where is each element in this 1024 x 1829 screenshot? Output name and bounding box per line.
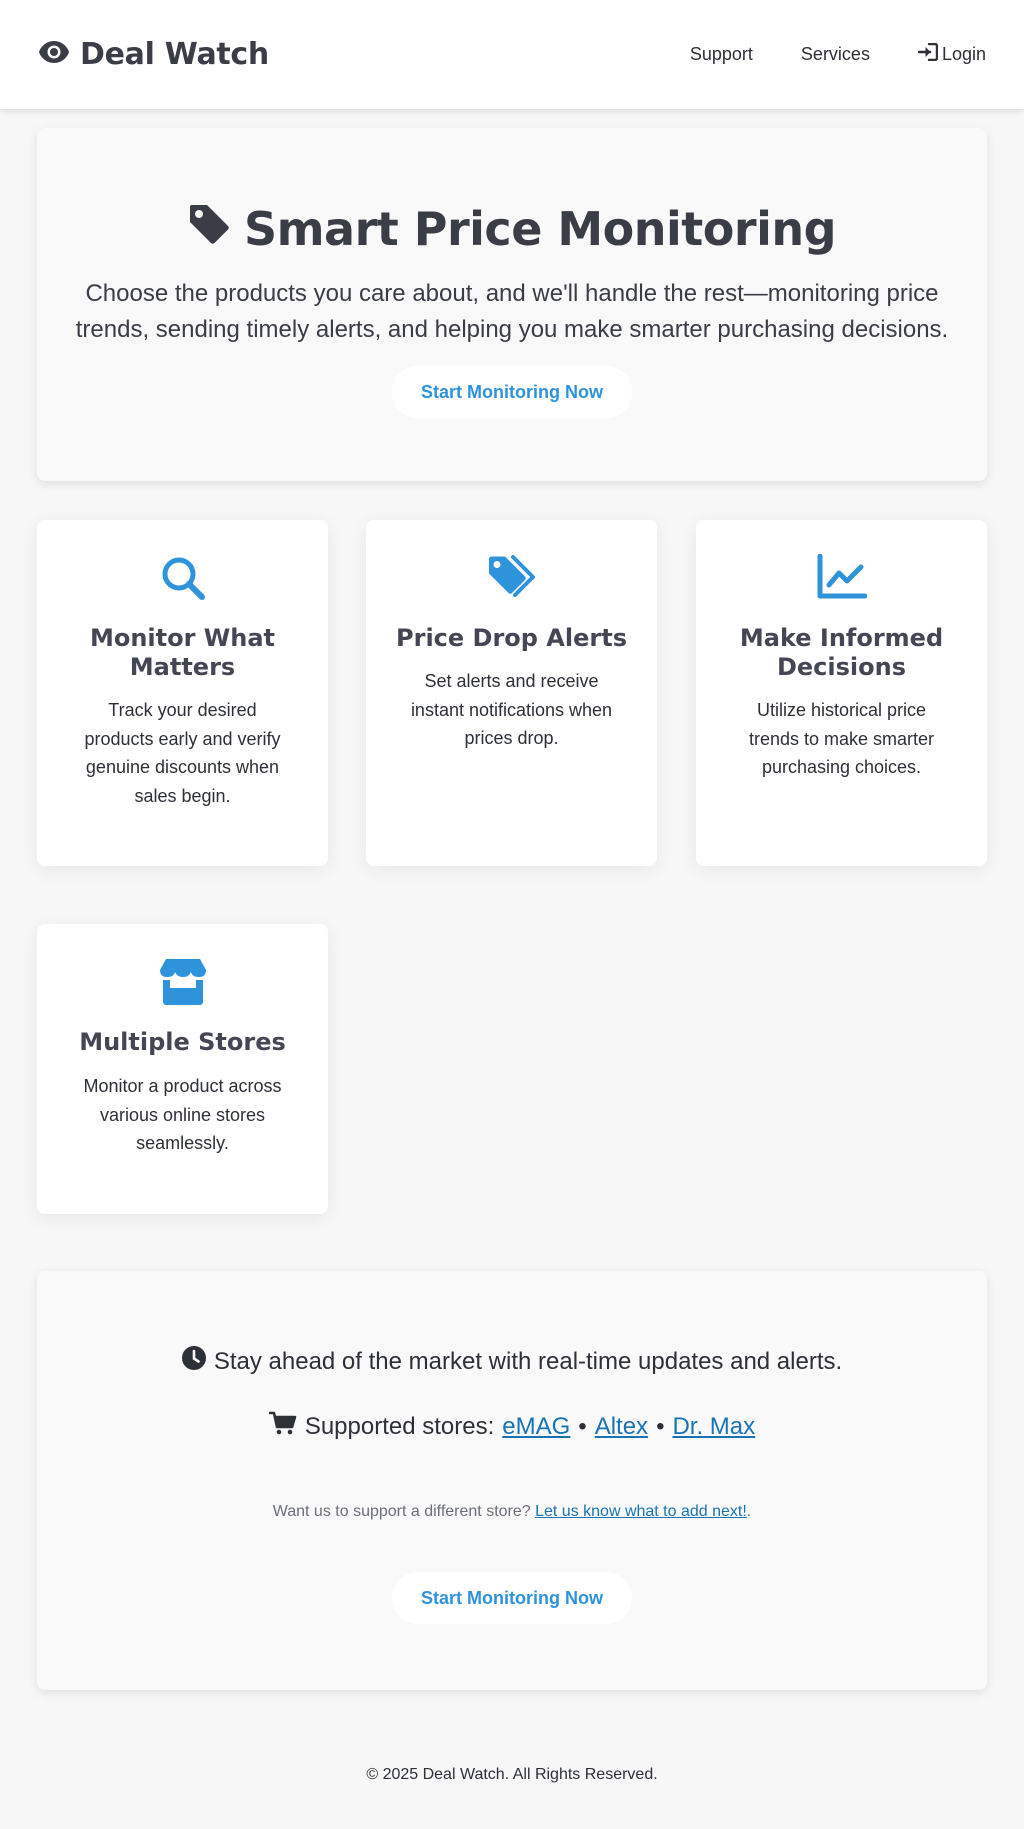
brand-name: Deal Watch [80,37,269,72]
feature-title: Multiple Stores [79,1028,286,1056]
feature-description: Utilize historical price trends to make … [748,700,935,777]
cart-icon [268,1411,297,1442]
chart-line-icon [817,553,867,602]
hero-title: Smart Price Monitoring [243,202,837,256]
nav-services-link[interactable]: Services [801,44,870,65]
feature-description: Monitor a product across various online … [83,1076,282,1153]
store-request-note: Want us to support a different store? Le… [37,1503,987,1521]
store-request-text: Want us to support a different store? [272,1503,531,1520]
sign-in-icon [917,42,939,66]
footer-copyright: © 2025 Deal Watch. All Rights Reserved. [366,1766,658,1783]
feature-card: Monitor What Matters Track your desired … [37,520,328,866]
store-link-altex[interactable]: Altex [595,1413,648,1441]
feature-title: Make Informed Decisions [739,624,944,681]
feature-title: Price Drop Alerts [396,624,627,652]
supported-stores-line: Supported stores: eMAG • Altex • Dr. Max [37,1411,987,1442]
tag-icon [188,202,230,256]
clock-icon [181,1346,206,1377]
feature-description: Set alerts and receive instant notificat… [410,671,613,748]
feature-card: Multiple Stores Monitor a product across… [37,924,328,1214]
tags-icon [487,554,537,602]
store-separator: • [578,1412,587,1440]
feature-card: Price Drop Alerts Set alerts and receive… [366,520,657,866]
main-nav: Support Services Login [690,42,986,66]
nav-support-link[interactable]: Support [690,44,753,65]
eye-icon [38,39,70,70]
brand[interactable]: Deal Watch [38,37,269,72]
info-section: Stay ahead of the market with real-time … [37,1271,987,1690]
feature-title: Monitor What Matters [89,624,276,681]
store-request-link[interactable]: Let us know what to add next! [535,1503,747,1520]
hero-subtitle: Choose the products you care about, and … [75,280,949,343]
feature-card: Make Informed Decisions Utilize historic… [696,520,987,866]
feature-description: Track your desired products early and ve… [84,700,281,806]
hero-section: Smart Price Monitoring Choose the produc… [37,128,987,481]
store-request-suffix: . [746,1503,752,1520]
search-icon [159,554,207,602]
site-header: Deal Watch Support Services Login [0,0,1024,109]
realtime-line: Stay ahead of the market with real-time … [37,1346,987,1377]
store-icon [158,958,208,1006]
store-link-emag[interactable]: eMAG [502,1413,570,1441]
hero-heading: Smart Price Monitoring [37,202,987,256]
start-monitoring-button-bottom[interactable]: Start Monitoring Now [392,1572,632,1624]
realtime-text: Stay ahead of the market with real-time … [213,1347,843,1375]
login-label: Login [941,44,986,64]
store-link-drmax[interactable]: Dr. Max [672,1413,755,1441]
start-monitoring-button[interactable]: Start Monitoring Now [392,366,632,418]
store-separator: • [656,1412,665,1440]
stores-label: Supported stores: [304,1412,495,1440]
nav-login-link[interactable]: Login [917,42,986,66]
